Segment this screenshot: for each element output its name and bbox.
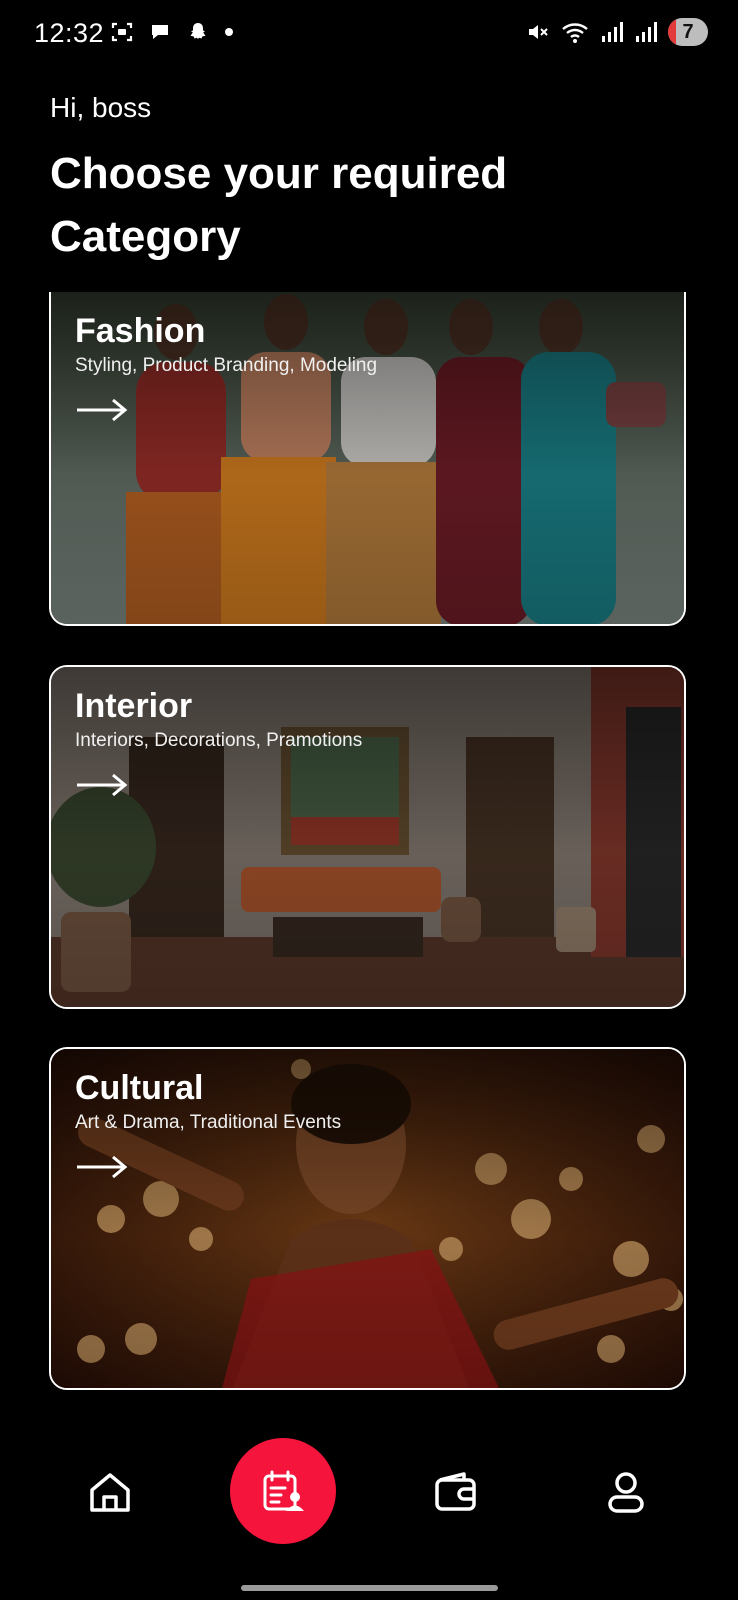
page-title: Choose your required Category — [50, 149, 508, 261]
category-card-cultural[interactable]: Cultural Art & Drama, Traditional Events — [49, 1047, 686, 1390]
signal-icon — [636, 22, 657, 42]
status-time: 12:32 — [34, 18, 105, 48]
profile-icon — [608, 1472, 644, 1513]
arrow-right-icon[interactable] — [75, 1153, 129, 1181]
home-indicator[interactable] — [241, 1585, 498, 1591]
nav-bookings[interactable] — [230, 1438, 336, 1544]
status-system-icons: 7 — [526, 18, 708, 46]
arrow-right-icon[interactable] — [75, 771, 129, 799]
category-subtitle: Styling, Product Branding, Modeling — [75, 355, 378, 376]
bookings-icon — [263, 1470, 304, 1511]
category-title: Cultural — [75, 1069, 204, 1107]
status-notification-icons — [110, 20, 234, 44]
dot-icon — [225, 28, 233, 36]
nav-profile[interactable] — [600, 1466, 652, 1518]
nav-wallet[interactable] — [430, 1466, 482, 1518]
category-card-fashion[interactable]: Fashion Styling, Product Branding, Model… — [49, 292, 686, 626]
bottom-navigation — [0, 1430, 738, 1550]
category-card-interior[interactable]: Interior Interiors, Decorations, Pramoti… — [49, 665, 686, 1009]
battery-indicator: 7 — [668, 18, 708, 46]
battery-level: 7 — [682, 20, 694, 43]
status-bar: 12:32 7 — [0, 0, 738, 70]
category-title: Fashion — [75, 312, 206, 350]
category-title: Interior — [75, 687, 193, 725]
chat-bubble-icon — [152, 25, 168, 39]
wifi-icon — [562, 23, 588, 43]
greeting-text: Hi, boss — [50, 92, 152, 123]
screenshot-icon — [111, 22, 133, 42]
category-subtitle: Interiors, Decorations, Pramotions — [75, 730, 363, 751]
category-subtitle: Art & Drama, Traditional Events — [75, 1112, 342, 1133]
arrow-right-icon[interactable] — [75, 396, 129, 424]
signal-icon — [602, 22, 623, 42]
wallet-icon — [435, 1472, 476, 1511]
nav-home[interactable] — [84, 1466, 136, 1518]
snapchat-icon — [190, 23, 206, 39]
home-icon — [90, 1473, 130, 1512]
mute-icon — [529, 25, 548, 39]
